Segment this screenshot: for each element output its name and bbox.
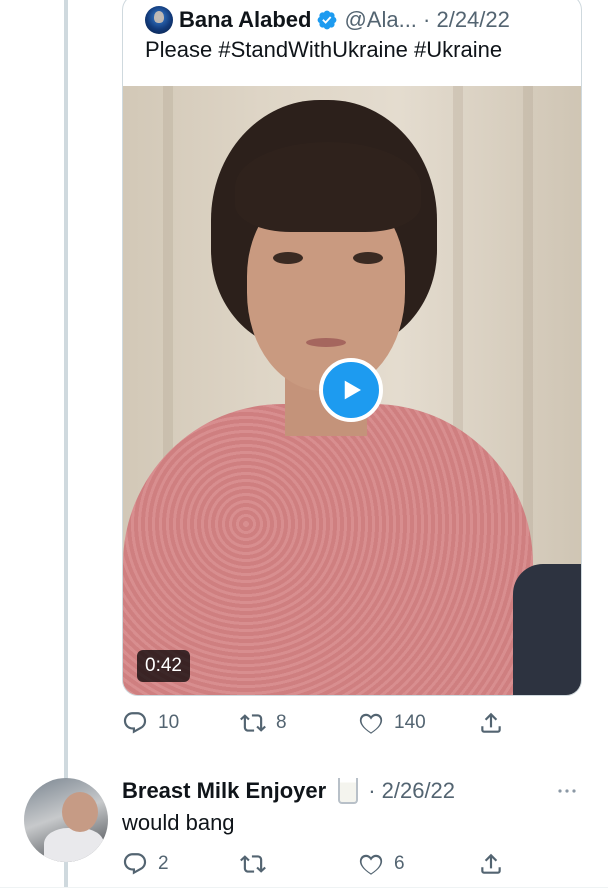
reply-date[interactable]: · 2/26/22 (368, 778, 455, 804)
verified-badge-icon (316, 9, 338, 31)
share-button[interactable] (478, 851, 504, 877)
reply-count: 2 (158, 853, 169, 874)
like-icon (359, 854, 383, 875)
retweet-icon (240, 714, 266, 732)
reply-button[interactable]: 2 (122, 851, 169, 877)
share-icon (481, 853, 501, 874)
quoted-tweet-card[interactable]: Bana Alabed @Ala... · 2/24/22 Please #St… (122, 0, 582, 696)
video-subject-bangs (235, 142, 421, 232)
quoted-tweet-header: Bana Alabed @Ala... · 2/24/22 (145, 5, 510, 35)
video-subject-mouth (306, 338, 346, 347)
quoted-author-avatar[interactable] (145, 6, 173, 34)
avatar-figure-body (44, 828, 104, 862)
video-subject-eye (353, 252, 383, 264)
avatar-figure-head (62, 792, 98, 832)
milk-glass-emoji (338, 778, 359, 804)
reply-tweet-text: would bang (122, 810, 235, 835)
share-icon (481, 712, 501, 733)
share-button[interactable] (478, 710, 504, 736)
retweet-count: 8 (276, 712, 287, 733)
reply-count: 10 (158, 712, 180, 733)
reply-button[interactable]: 10 (122, 710, 179, 736)
more-icon[interactable] (554, 778, 580, 804)
quoted-tweet-text: Please #StandWithUkraine #Ukraine (145, 37, 503, 62)
like-button[interactable]: 140 (358, 710, 426, 736)
reply-tweet-header: Breast Milk Enjoyer · 2/26/22 (122, 776, 455, 806)
video-player[interactable]: 0:42 (123, 86, 581, 695)
reply-icon (123, 712, 147, 734)
like-icon (359, 713, 383, 734)
video-duration-badge: 0:42 (137, 650, 190, 682)
like-count: 140 (394, 712, 426, 733)
quoted-author-name[interactable]: Bana Alabed (179, 7, 311, 33)
video-chair (513, 564, 581, 695)
thread-line (64, 0, 68, 888)
play-icon (344, 380, 361, 400)
quoted-handle-date[interactable]: @Ala... · 2/24/22 (344, 7, 509, 33)
reply-author-name[interactable]: Breast Milk Enjoyer (122, 778, 326, 804)
retweet-icon (240, 855, 266, 873)
play-button[interactable] (319, 358, 383, 422)
video-subject-eye (273, 252, 303, 264)
reply-author-avatar[interactable] (24, 778, 108, 862)
reply-icon (123, 853, 147, 875)
like-count: 6 (394, 853, 405, 874)
like-button[interactable]: 6 (358, 851, 405, 877)
retweet-button[interactable]: 8 (240, 710, 287, 736)
retweet-button[interactable] (240, 851, 276, 877)
